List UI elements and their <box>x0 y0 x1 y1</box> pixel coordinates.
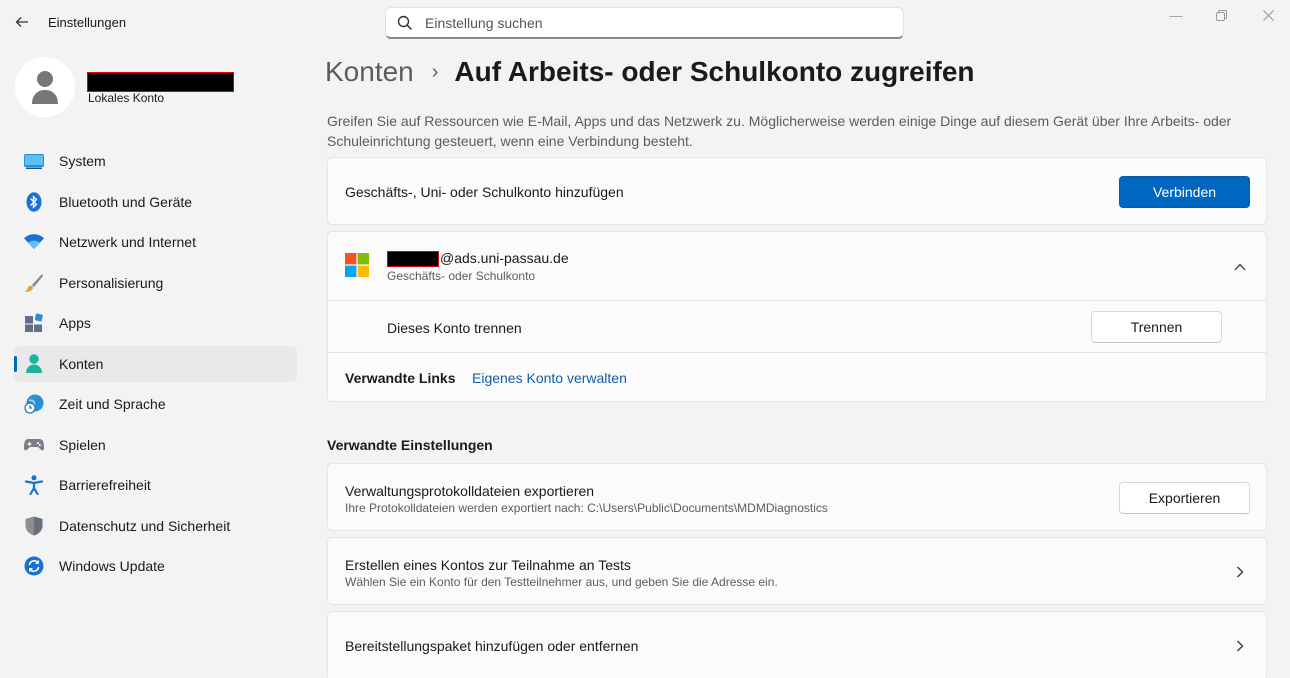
back-button[interactable] <box>10 10 34 34</box>
export-logs-title: Verwaltungsprotokolldateien exportieren <box>345 483 595 499</box>
related-settings-heading: Verwandte Einstellungen <box>327 437 493 453</box>
minimize-icon: — <box>1169 7 1183 23</box>
chevron-right-icon <box>1232 638 1248 654</box>
bluetooth-icon <box>24 191 44 212</box>
related-links-label: Verwandte Links <box>345 370 456 386</box>
gamepad-icon <box>24 435 44 455</box>
avatar[interactable] <box>15 57 75 117</box>
sidebar-item-apps[interactable]: Apps <box>14 305 297 341</box>
add-account-label: Geschäfts-, Uni- oder Schulkonto hinzufü… <box>345 184 624 200</box>
app-title: Einstellungen <box>48 15 127 30</box>
sidebar-item-label: Konten <box>59 355 104 372</box>
sidebar-item-label: Zeit und Sprache <box>59 396 166 412</box>
sidebar-item-label: Apps <box>59 315 91 331</box>
export-logs-subtitle: Ihre Protokolldateien werden exportiert … <box>345 501 828 515</box>
sidebar-item-system[interactable]: System <box>14 143 297 179</box>
close-icon <box>1262 9 1274 21</box>
sidebar-item-label: Personalisierung <box>59 274 164 291</box>
sidebar-item-privacy-security[interactable]: Datenschutz und Sicherheit <box>14 508 297 544</box>
sidebar-item-windows-update[interactable]: Windows Update <box>14 548 297 584</box>
export-button[interactable]: Exportieren <box>1119 482 1250 514</box>
wifi-icon <box>24 232 44 252</box>
search-input[interactable] <box>425 14 865 31</box>
globe-clock-icon <box>24 394 44 414</box>
sidebar-item-gaming[interactable]: Spielen <box>14 427 297 463</box>
export-logs-card: Verwaltungsprotokolldateien exportieren … <box>327 463 1267 531</box>
redacted-username <box>87 72 234 92</box>
sidebar-item-label: Datenschutz und Sicherheit <box>59 517 231 534</box>
microsoft-logo-icon <box>345 253 369 277</box>
disconnect-button[interactable]: Trennen <box>1091 311 1222 343</box>
shield-icon <box>24 516 44 536</box>
sidebar-item-time-language[interactable]: Zeit und Sprache <box>14 386 297 422</box>
redacted-email-user <box>387 251 439 267</box>
apps-icon <box>24 313 44 333</box>
account-type-label: Lokales Konto <box>88 91 165 105</box>
chevron-right-icon: › <box>431 60 439 83</box>
sidebar-item-accounts[interactable]: Konten <box>14 345 297 382</box>
sidebar-nav: System Bluetooth und Geräte Netzwerk und… <box>14 143 297 589</box>
sidebar-item-bluetooth[interactable]: Bluetooth und Geräte <box>14 184 297 220</box>
provisioning-title: Bereitstellungspaket hinzufügen oder ent… <box>345 638 639 654</box>
system-icon <box>24 151 44 171</box>
user-avatar-icon <box>32 71 58 104</box>
provisioning-card[interactable]: Bereitstellungspaket hinzufügen oder ent… <box>327 611 1267 678</box>
divider <box>328 352 1266 353</box>
account-email: @ads.uni-passau.de <box>440 250 569 266</box>
breadcrumb: Konten › Auf Arbeits- oder Schulkonto zu… <box>325 56 975 88</box>
search-box[interactable] <box>385 7 904 39</box>
update-icon <box>24 556 44 576</box>
sidebar-item-label: System <box>59 153 106 169</box>
sidebar-item-label: Windows Update <box>59 558 165 574</box>
brush-icon <box>24 273 44 293</box>
page-title: Auf Arbeits- oder Schulkonto zugreifen <box>454 56 975 87</box>
account-type: Geschäfts- oder Schulkonto <box>387 269 536 283</box>
sidebar-item-label: Barrierefreiheit <box>59 477 151 493</box>
restore-icon <box>1215 9 1227 21</box>
intro-text: Greifen Sie auf Ressourcen wie E-Mail, A… <box>327 113 1232 149</box>
manage-account-link[interactable]: Eigenes Konto verwalten <box>472 370 627 386</box>
test-account-card[interactable]: Erstellen eines Kontos zur Teilnahme an … <box>327 537 1267 605</box>
sidebar-item-network[interactable]: Netzwerk und Internet <box>14 224 297 260</box>
chevron-up-icon[interactable] <box>1232 259 1248 275</box>
divider <box>328 300 1266 301</box>
minimize-button[interactable]: — <box>1156 4 1196 26</box>
account-card: @ads.uni-passau.de Geschäfts- oder Schul… <box>327 231 1267 402</box>
connect-button[interactable]: Verbinden <box>1119 176 1250 208</box>
sidebar-item-label: Netzwerk und Internet <box>59 234 196 250</box>
chevron-right-icon <box>1232 564 1248 580</box>
sidebar-item-accessibility[interactable]: Barrierefreiheit <box>14 467 297 503</box>
sidebar-item-label: Spielen <box>59 436 106 453</box>
accessibility-icon <box>24 475 44 495</box>
breadcrumb-parent-link[interactable]: Konten <box>325 56 414 88</box>
test-account-title: Erstellen eines Kontos zur Teilnahme an … <box>345 557 631 573</box>
disconnect-label: Dieses Konto trennen <box>387 320 522 336</box>
sidebar-item-personalization[interactable]: Personalisierung <box>14 265 297 301</box>
add-account-card: Geschäfts-, Uni- oder Schulkonto hinzufü… <box>327 157 1267 225</box>
test-account-subtitle: Wählen Sie ein Konto für den Testteilneh… <box>345 575 778 589</box>
restore-button[interactable] <box>1201 4 1241 26</box>
close-button[interactable] <box>1248 4 1288 26</box>
person-icon <box>24 353 44 374</box>
back-arrow-icon <box>15 17 28 27</box>
sidebar-item-label: Bluetooth und Geräte <box>59 193 193 210</box>
search-icon <box>397 15 413 30</box>
